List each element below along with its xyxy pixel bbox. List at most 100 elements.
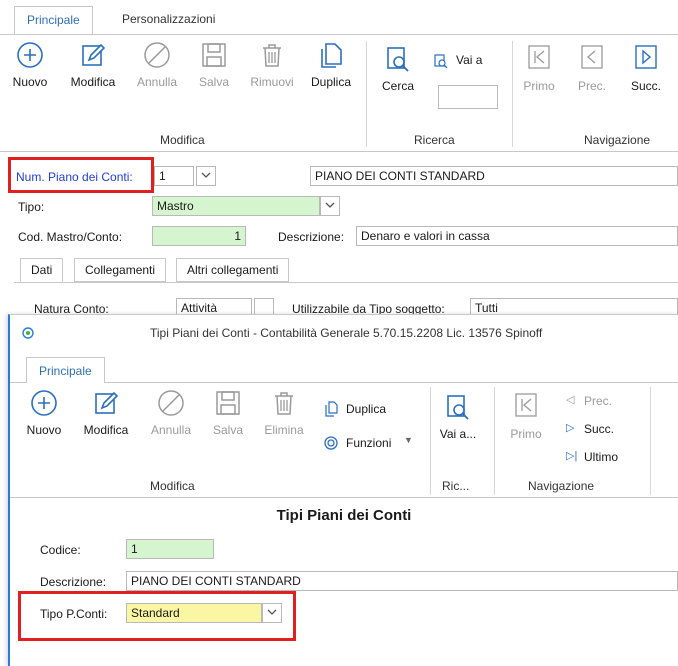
modifica-button[interactable]: Modifica [64,41,122,89]
next-arrow-icon: ▷ [566,422,575,434]
first-record-icon [515,393,537,417]
tipi-piani-dialog: Tipi Piani dei Conti - Contabilità Gener… [8,314,678,666]
salva-button[interactable]: Salva [192,41,236,89]
modifica-label: Modifica [70,75,116,89]
num-piano-input[interactable]: 1 [154,166,194,186]
nuovo-button[interactable]: Nuovo [8,41,52,89]
dialog-elimina-button[interactable]: Elimina [260,389,308,437]
dialog-primo-button[interactable]: Primo [506,393,546,441]
dialog-descrizione-input[interactable]: PIANO DEI CONTI STANDARD [126,571,678,591]
dialog-duplica-label: Duplica [346,402,387,416]
dialog-tab-principale[interactable]: Principale [26,357,105,383]
dropdown-arrow-icon: ▼ [404,435,413,445]
dialog-annulla-button[interactable]: Annulla [146,389,196,437]
dialog-vai-a-label: Vai a... [439,427,477,441]
dialog-duplica-button[interactable]: Duplica [324,401,404,417]
codice-label: Codice: [40,543,81,557]
subtab-dati[interactable]: Dati [20,258,64,282]
main-ribbon: Nuovo Modifica Annulla Salva Rimuovi Dup… [0,34,678,152]
rimuovi-button[interactable]: Rimuovi [246,41,298,89]
chevron-down-icon [325,202,335,208]
vai-a-label: Vai a [456,53,483,67]
codice-input[interactable]: 1 [126,539,214,559]
cerca-button[interactable]: Cerca [376,45,420,93]
trash-icon [263,44,281,67]
tipo-p-conti-select[interactable]: Standard [126,603,262,623]
tab-principale[interactable]: Principale [14,6,93,34]
duplica-label: Duplica [310,75,352,89]
dialog-nuovo-button[interactable]: Nuovo [24,389,64,437]
dialog-prec-button[interactable]: ◁ Prec. [566,393,636,409]
last-record-icon: ▷| [566,450,578,462]
search-small-icon [434,54,448,68]
first-record-icon [528,45,550,69]
descrizione-input[interactable]: Denaro e valori in cassa [356,226,678,246]
cancel-icon [158,390,184,416]
highlight-box [8,157,154,193]
tipo-p-conti-dropdown[interactable] [262,603,282,623]
cancel-icon [144,42,170,68]
cerca-label: Cerca [381,79,414,93]
rimuovi-label: Rimuovi [250,75,294,89]
primo-label: Primo [523,79,555,93]
dialog-salva-label: Salva [212,423,244,437]
group-label-modifica: Modifica [160,133,205,147]
vai-a-button[interactable]: Vai a [434,53,494,69]
ribbon-separator [366,41,367,147]
group-label-navigazione: Navigazione [584,133,651,147]
cod-mastro-input[interactable]: 1 [152,226,246,246]
tab-personalizzazioni[interactable]: Personalizzazioni [110,6,227,34]
prec-button[interactable]: Prec. [572,45,612,93]
next-record-icon [635,45,657,69]
tipo-dropdown[interactable] [320,196,340,216]
succ-button[interactable]: Succ. [626,45,666,93]
tipo-label: Tipo: [18,200,45,214]
dialog-heading: Tipi Piani dei Conti [276,507,412,524]
dialog-ribbon-separator [494,387,495,495]
save-icon [202,43,226,67]
vai-a-input[interactable] [438,85,498,109]
dialog-succ-label: Succ. [584,422,615,436]
dialog-prec-label: Prec. [584,394,613,408]
duplica-button[interactable]: Duplica [306,41,356,89]
succ-label: Succ. [630,79,661,93]
subtab-collegamenti[interactable]: Collegamenti [74,258,167,282]
dialog-elimina-label: Elimina [264,423,304,437]
dialog-vai-a-button[interactable]: Vai a... [436,393,480,441]
dialog-group-ricerca: Ric... [442,479,470,493]
edit-icon [82,43,106,66]
chevron-down-icon [267,609,277,615]
ribbon-separator [512,41,513,147]
dialog-succ-button[interactable]: ▷ Succ. [566,421,636,437]
group-label-ricerca: Ricerca [414,133,455,147]
tipo-select[interactable]: Mastro [152,196,320,216]
duplicate-icon [325,401,338,417]
dialog-salva-button[interactable]: Salva [208,389,248,437]
dialog-title: Tipi Piani dei Conti - Contabilità Gener… [150,326,543,340]
search-icon [387,47,409,72]
previous-arrow-icon: ◁ [566,394,575,406]
duplicate-icon [321,43,342,68]
dialog-ultimo-button[interactable]: ▷| Ultimo [566,449,646,465]
save-icon [216,391,240,415]
plus-circle-icon [31,390,57,416]
dialog-funzioni-button[interactable]: Funzioni ▼ [324,435,424,451]
annulla-label: Annulla [136,75,178,89]
main-tab-strip: Principale Personalizzazioni [0,0,678,36]
dialog-group-modifica: Modifica [150,479,195,493]
descrizione-label: Descrizione: [278,230,345,244]
dialog-group-navigazione: Navigazione [528,479,595,493]
search-icon [447,395,469,420]
dialog-modifica-button[interactable]: Modifica [76,389,136,437]
piano-description-field: PIANO DEI CONTI STANDARD [310,166,678,186]
dialog-descrizione-label: Descrizione: [40,575,107,589]
num-piano-dropdown[interactable] [196,166,216,186]
annulla-button[interactable]: Annulla [132,41,182,89]
subtab-divider [14,282,678,283]
prec-label: Prec. [577,79,606,93]
functions-icon [324,436,338,450]
dialog-nuovo-label: Nuovo [26,423,62,437]
primo-button[interactable]: Primo [518,45,560,93]
trash-icon [275,392,293,415]
subtab-altri-collegamenti[interactable]: Altri collegamenti [176,258,290,282]
